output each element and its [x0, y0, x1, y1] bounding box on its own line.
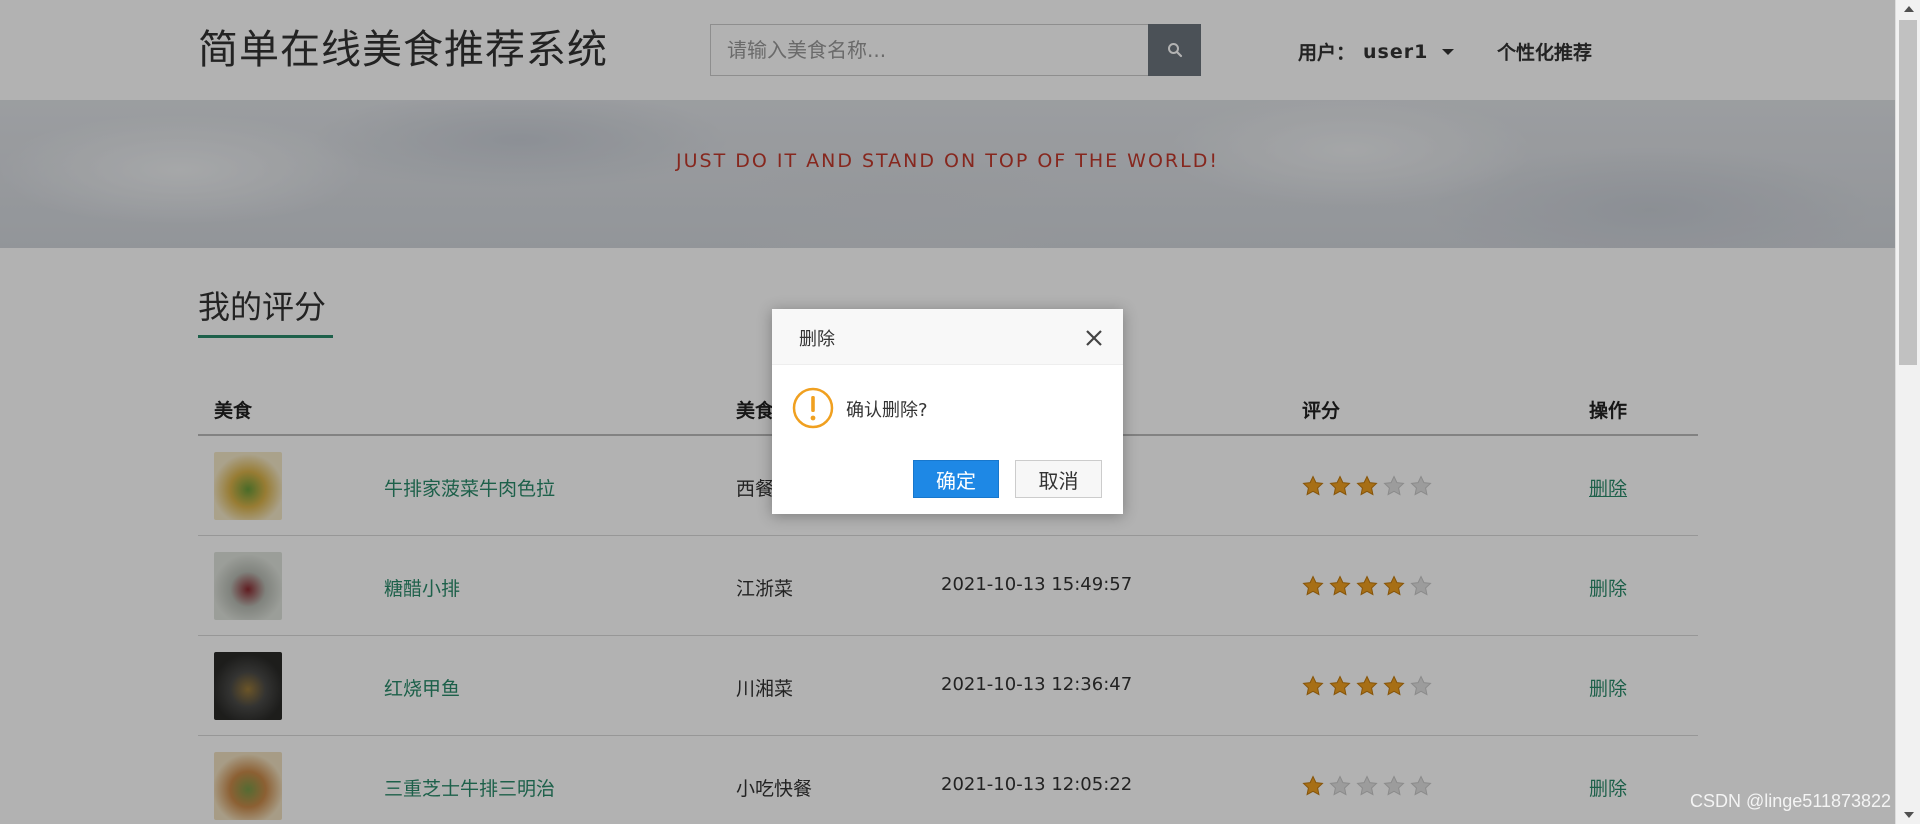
scrollbar[interactable] — [1895, 0, 1920, 824]
dialog-header: 删除 — [772, 309, 1123, 365]
dialog-title: 删除 — [799, 329, 835, 350]
dialog-message: 确认删除? — [846, 400, 928, 421]
scroll-down-arrow-icon[interactable] — [1904, 812, 1914, 818]
scroll-thumb[interactable] — [1899, 20, 1917, 365]
close-icon[interactable] — [1085, 329, 1103, 347]
confirm-button[interactable]: 确定 — [913, 460, 999, 498]
scroll-up-arrow-icon[interactable] — [1904, 6, 1914, 12]
warning-icon — [792, 387, 834, 429]
watermark: CSDN @linge511873822 — [1690, 791, 1892, 811]
delete-confirm-dialog: 删除 确认删除? 确定 取消 — [772, 309, 1123, 514]
cancel-button[interactable]: 取消 — [1015, 460, 1102, 498]
